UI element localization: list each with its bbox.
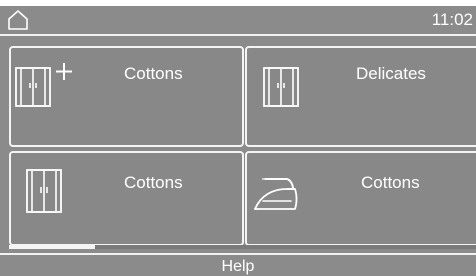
clock: 11:02 [431, 10, 473, 29]
iron-icon [254, 178, 298, 210]
help-button[interactable]: Help [0, 257, 476, 276]
display-screen: 11:02 Cottons Delicates Cottons Cottons … [0, 6, 476, 276]
wardrobe-icon [263, 67, 299, 107]
scroll-thumb[interactable] [9, 245, 95, 249]
program-label: Cottons [361, 173, 420, 192]
program-tile-cottons-iron[interactable]: Cottons [245, 151, 476, 246]
program-label: Delicates [356, 64, 426, 83]
program-label: Cottons [124, 64, 183, 83]
home-icon[interactable] [7, 9, 29, 31]
page-scrollbar[interactable] [9, 245, 476, 249]
wardrobe-icon [26, 169, 62, 213]
program-tile-cottons[interactable]: Cottons [9, 151, 244, 246]
status-bar: 11:02 [0, 6, 476, 36]
program-label: Cottons [124, 173, 183, 192]
wardrobe-plus-icon [15, 63, 72, 107]
help-bar[interactable]: Help [0, 253, 476, 276]
program-tile-cottons-add[interactable]: Cottons [9, 46, 244, 147]
program-tile-delicates[interactable]: Delicates [245, 46, 476, 147]
